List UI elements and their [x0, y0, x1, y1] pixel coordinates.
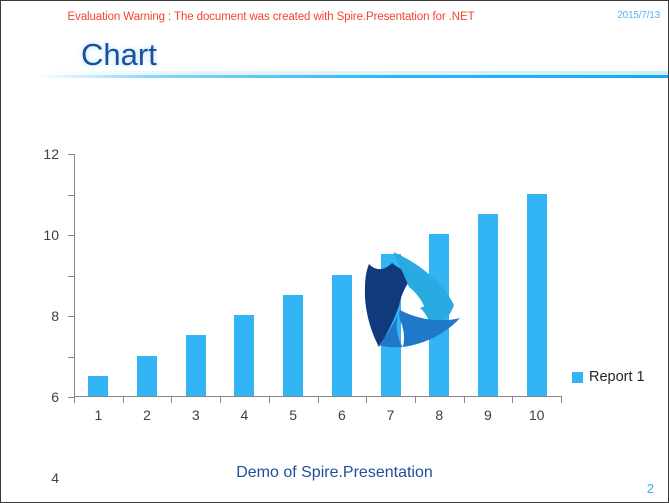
bar-9	[477, 213, 498, 396]
x-axis-tick-label: 8	[435, 407, 444, 423]
bar-10	[526, 193, 547, 396]
x-axis-tick-label: 7	[386, 407, 395, 423]
x-axis-tick-label: 2	[143, 407, 151, 423]
x-axis-tick	[220, 397, 222, 403]
bar-5	[283, 294, 304, 396]
bar-8	[429, 234, 450, 396]
y-axis-tick: 10	[43, 194, 74, 243]
page-title: Chart	[81, 37, 157, 72]
x-axis-tick-label: 10	[528, 407, 545, 423]
bar-chart: 024681012 12345678910 Report 1	[1, 101, 668, 486]
chart-caption: Demo of Spire.Presentation	[236, 464, 433, 481]
x-axis-tick	[268, 397, 270, 403]
chart-plot-area: 024681012 12345678910	[43, 146, 562, 486]
x-axis-tick	[317, 397, 319, 403]
y-axis-line	[74, 154, 75, 398]
chart-legend: Report 1	[572, 369, 645, 385]
bar-6	[331, 274, 352, 396]
x-axis-tick	[366, 397, 368, 403]
legend-swatch-report-1	[572, 371, 583, 383]
y-axis-tick: 6	[51, 275, 74, 405]
x-axis-tick	[122, 397, 124, 403]
x-axis-tick	[512, 397, 514, 403]
x-axis-tick	[463, 397, 465, 403]
x-axis-tick-label: 1	[94, 407, 103, 423]
y-axis-tick: 2	[68, 356, 74, 358]
y-axis-tick: 12	[43, 146, 74, 162]
bar-4	[234, 315, 255, 396]
bar-2	[137, 355, 158, 396]
y-axis-tick-label: 6	[51, 389, 59, 405]
x-axis-tick-label: 9	[484, 407, 492, 423]
legend-label-report-1: Report 1	[589, 369, 645, 385]
x-axis-tick	[74, 397, 75, 403]
y-axis-tick-label: 8	[51, 308, 59, 324]
y-axis-tick: 8	[51, 235, 74, 324]
x-axis-tick	[561, 397, 562, 403]
x-axis-tick	[414, 397, 416, 403]
x-axis-tick-label: 4	[240, 407, 249, 423]
slide-canvas: Evaluation Warning : The document was cr…	[0, 0, 669, 503]
evaluation-warning-text: Evaluation Warning : The document was cr…	[67, 11, 475, 23]
x-axis-tick-label: 6	[337, 407, 346, 423]
bar-7	[380, 254, 401, 396]
y-axis-tick-label: 10	[43, 227, 59, 243]
slide-date: 2015/7/13	[617, 10, 660, 21]
x-axis-tick-label: 3	[191, 407, 200, 423]
page-number: 2	[646, 481, 654, 496]
y-axis-tick: 4	[51, 316, 74, 486]
x-axis-tick	[171, 397, 173, 403]
y-axis-tick-label: 12	[43, 146, 59, 162]
bar-1	[88, 375, 109, 396]
title-divider	[37, 75, 668, 78]
x-axis-tick-label: 5	[289, 407, 298, 423]
bar-3	[185, 335, 206, 396]
